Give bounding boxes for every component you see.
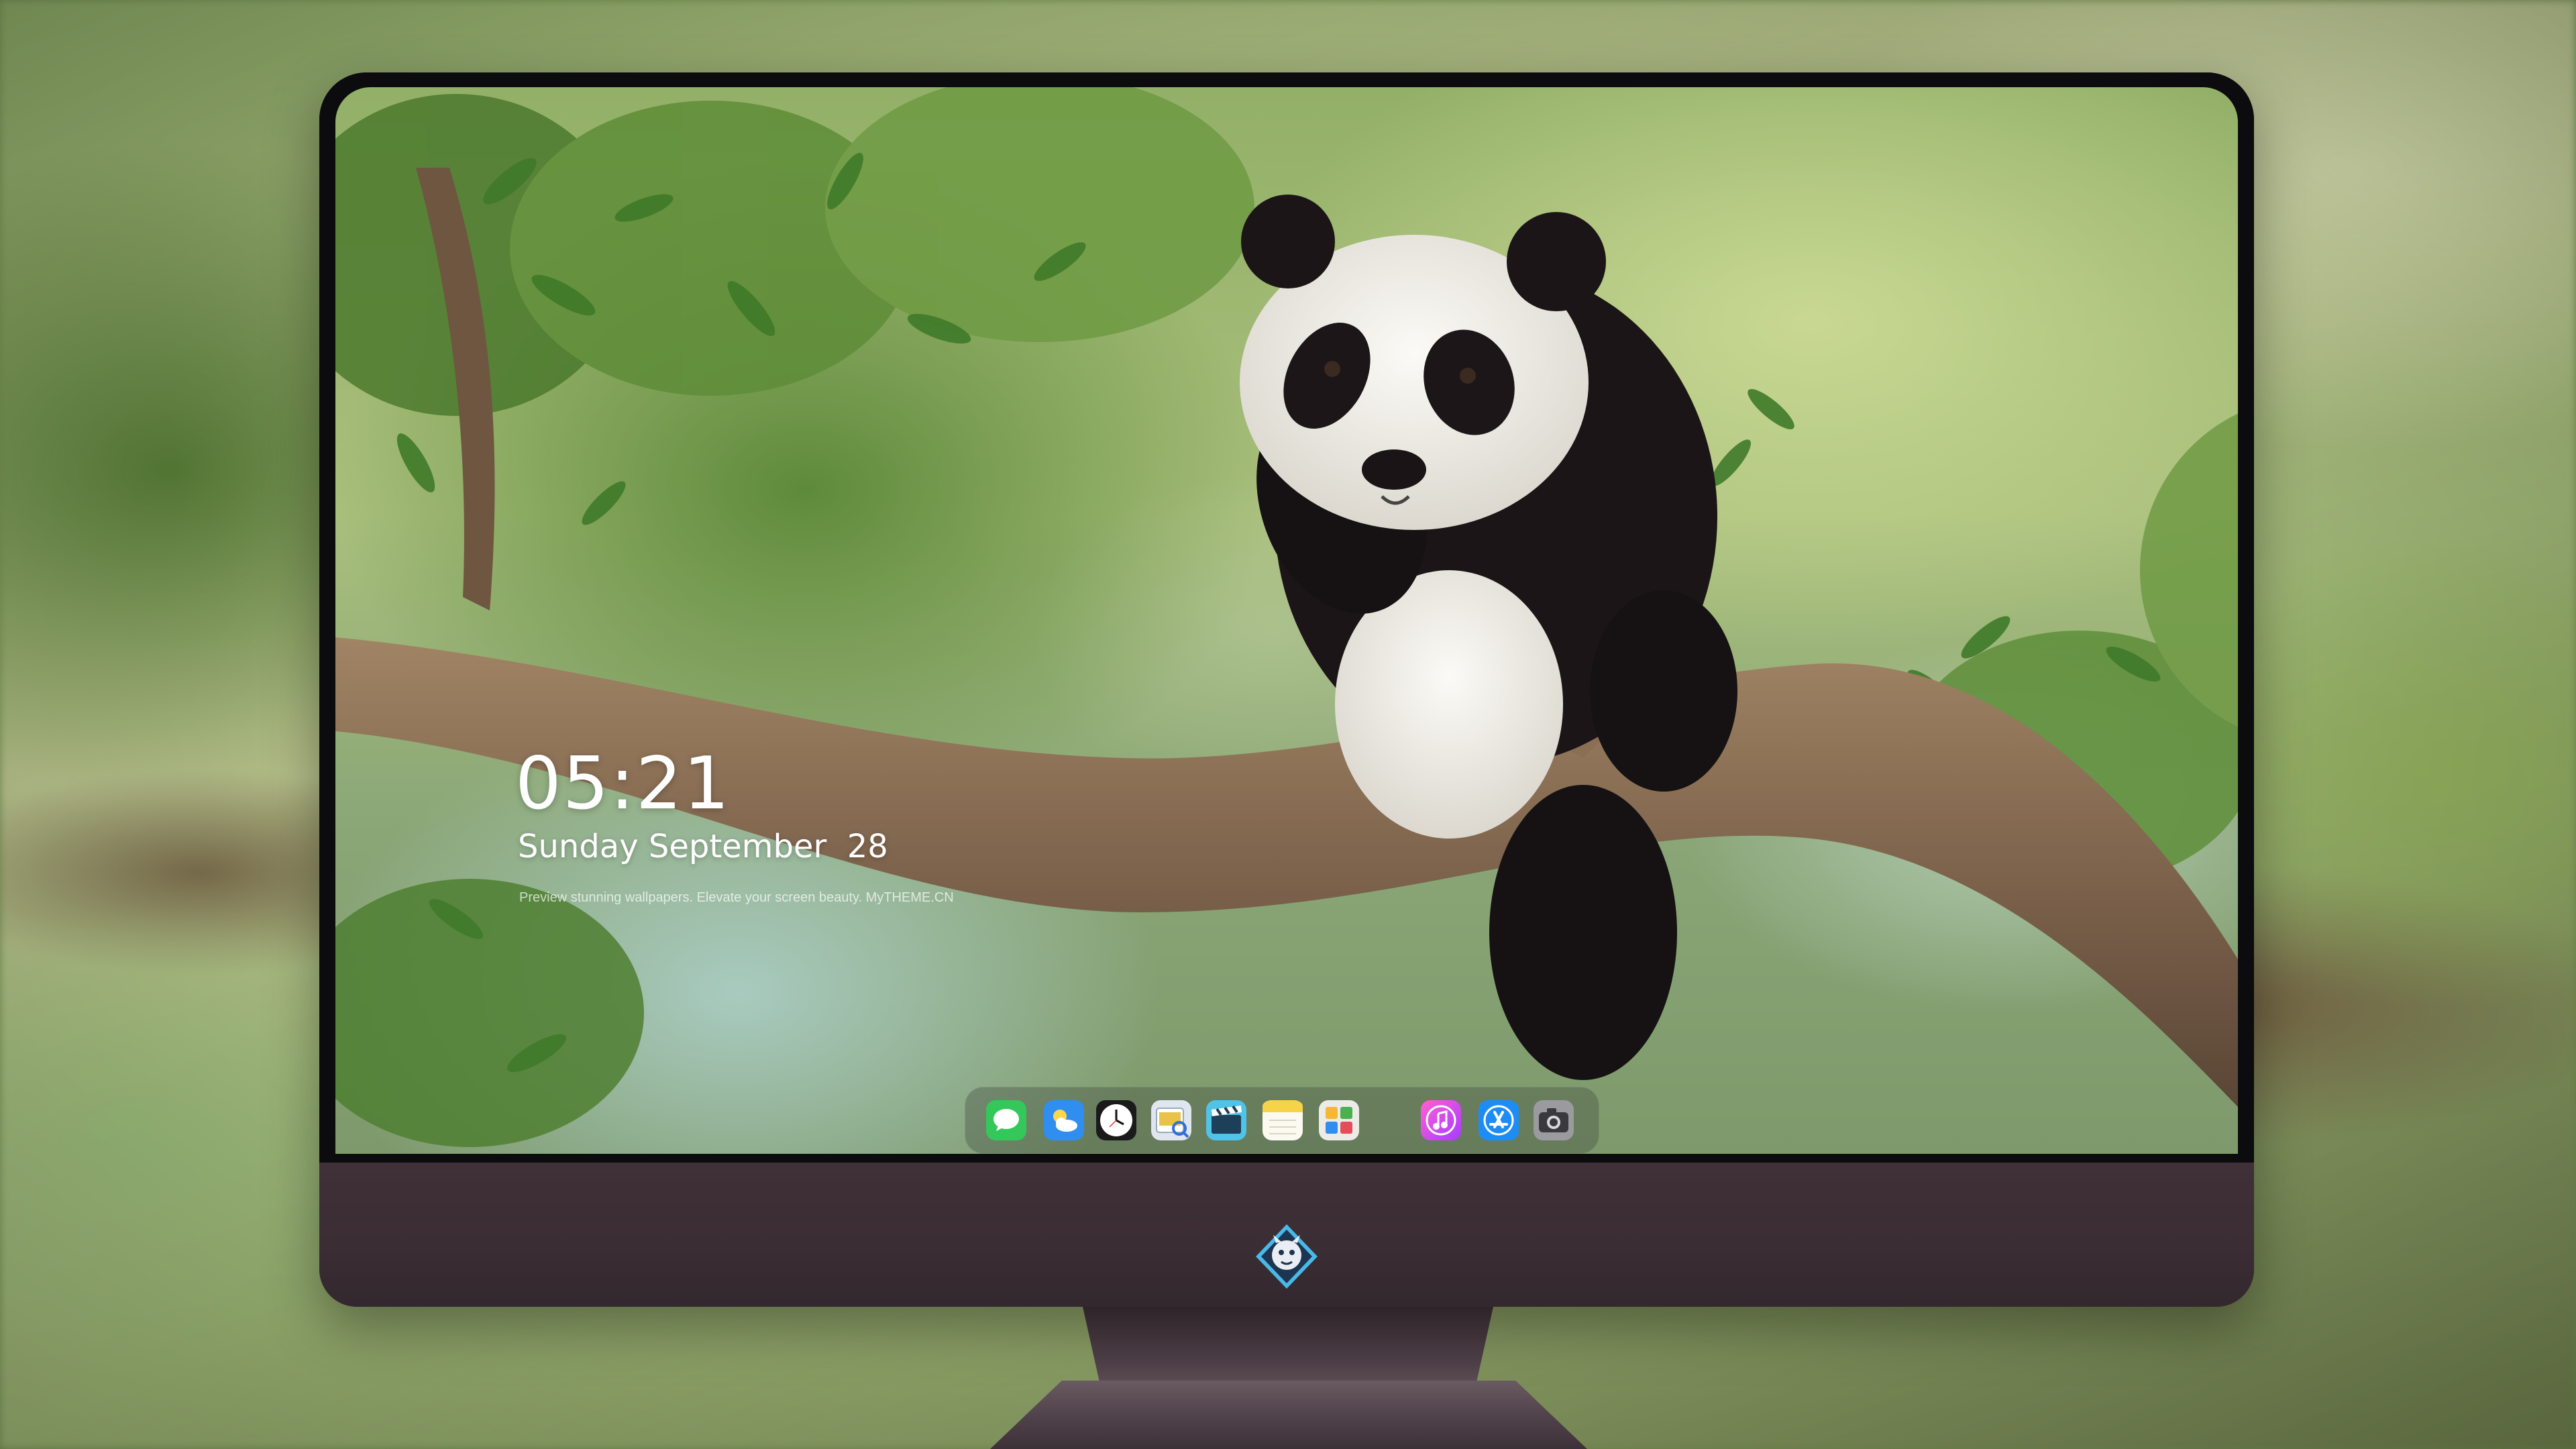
desktop-scene: 05:21 Sunday September 28 Preview stunni… bbox=[0, 0, 2576, 1449]
app-store-icon[interactable] bbox=[1479, 1100, 1519, 1140]
monitor-stand-neck bbox=[1083, 1307, 1493, 1381]
lock-screen[interactable]: 05:21 Sunday September 28 Preview stunni… bbox=[335, 87, 2238, 1154]
clock-icon[interactable] bbox=[1096, 1100, 1136, 1140]
monitor-stand-base bbox=[990, 1381, 1587, 1449]
panda-wallpaper bbox=[335, 87, 2238, 1147]
camera-icon[interactable] bbox=[1534, 1100, 1574, 1140]
weather-icon[interactable] bbox=[1044, 1100, 1084, 1140]
dock bbox=[965, 1087, 1599, 1154]
notes-icon[interactable] bbox=[1263, 1100, 1303, 1140]
dragon-logo-icon bbox=[1256, 1224, 1318, 1289]
monitor-chin bbox=[319, 1163, 2254, 1307]
music-icon[interactable] bbox=[1421, 1100, 1461, 1140]
messages-icon[interactable] bbox=[986, 1100, 1026, 1140]
monitor: 05:21 Sunday September 28 Preview stunni… bbox=[319, 72, 2254, 1307]
lock-clock-time: 05:21 bbox=[515, 742, 731, 826]
preview-icon[interactable] bbox=[1151, 1100, 1191, 1140]
lock-tagline: Preview stunning wallpapers. Elevate you… bbox=[519, 890, 954, 905]
lock-date: Sunday September 28 bbox=[518, 828, 888, 865]
photos-icon[interactable] bbox=[1319, 1100, 1359, 1140]
clips-icon[interactable] bbox=[1206, 1100, 1246, 1140]
